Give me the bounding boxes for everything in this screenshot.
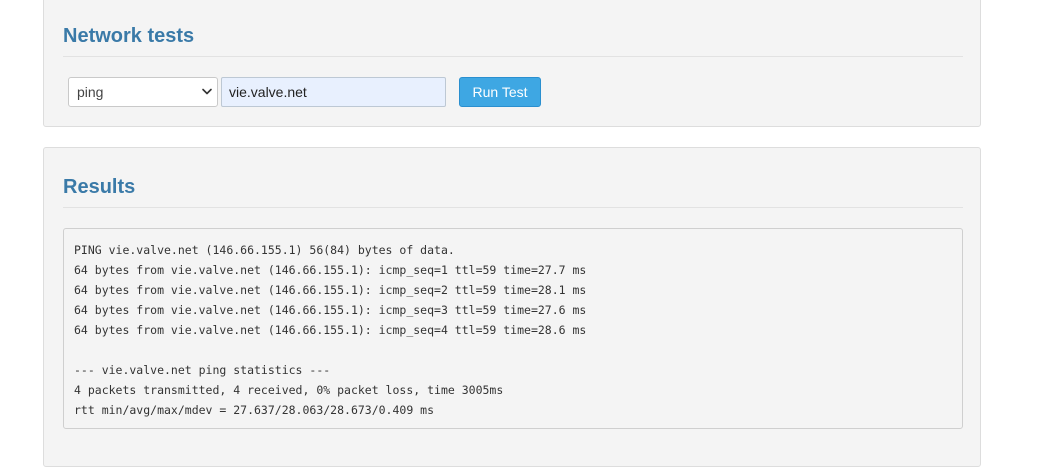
test-type-select[interactable]: ping [68, 77, 218, 107]
output-line: 64 bytes from vie.valve.net (146.66.155.… [74, 263, 587, 277]
run-test-button[interactable]: Run Test [459, 77, 541, 107]
output-line: 64 bytes from vie.valve.net (146.66.155.… [74, 303, 587, 317]
host-input[interactable]: vie.valve.net [221, 77, 446, 107]
output-line: 64 bytes from vie.valve.net (146.66.155.… [74, 323, 587, 337]
network-tests-panel: Network tests ping vie.valve.net Run Tes… [43, 0, 981, 127]
output-line: rtt min/avg/max/mdev = 27.637/28.063/28.… [74, 403, 435, 417]
network-tests-title: Network tests [63, 25, 195, 47]
results-output: PING vie.valve.net (146.66.155.1) 56(84)… [63, 228, 963, 429]
chevron-down-icon [201, 78, 213, 106]
test-type-select-value: ping [77, 84, 104, 100]
results-title: Results [63, 176, 136, 198]
network-tests-divider [63, 56, 963, 57]
output-line: PING vie.valve.net (146.66.155.1) 56(84)… [74, 243, 455, 257]
output-line: --- vie.valve.net ping statistics --- [74, 363, 331, 377]
results-panel: Results PING vie.valve.net (146.66.155.1… [43, 147, 981, 467]
output-line: 64 bytes from vie.valve.net (146.66.155.… [74, 283, 587, 297]
output-line: 4 packets transmitted, 4 received, 0% pa… [74, 383, 504, 397]
results-divider [63, 207, 963, 208]
